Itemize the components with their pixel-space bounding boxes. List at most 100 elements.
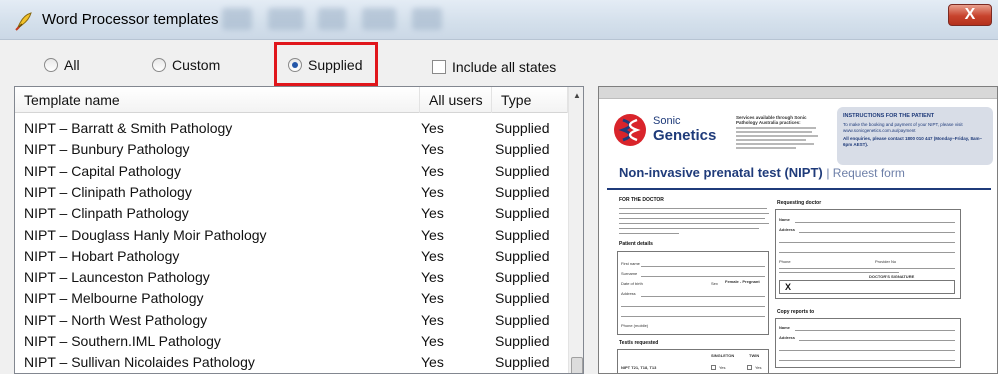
field-line: [779, 350, 955, 351]
type-cell: Supplied: [495, 141, 550, 158]
tests-requested-heading: Test/s requested: [619, 340, 659, 346]
template-preview: Sonic Genetics Services available throug…: [598, 86, 998, 374]
template-name-cell: NIPT – Barratt & Smith Pathology: [24, 120, 233, 136]
copy-address-label: Address: [779, 335, 796, 340]
table-row[interactable]: NIPT – Launceston Pathology Yes Supplied: [15, 267, 568, 288]
text-line: [619, 208, 767, 209]
instructions-heading: INSTRUCTIONS FOR THE PATIENT: [843, 113, 935, 119]
patient-instructions-box: INSTRUCTIONS FOR THE PATIENT To make the…: [837, 107, 993, 165]
radio-all[interactable]: All: [44, 55, 80, 75]
template-name-cell: NIPT – Melbourne Pathology: [24, 290, 204, 307]
doctor-name-label: Name: [779, 217, 790, 222]
table-row[interactable]: NIPT – Southern.IML Pathology Yes Supplied: [15, 331, 568, 352]
singleton-checkbox: [711, 365, 716, 370]
table-row[interactable]: NIPT – Clinipath Pathology Yes Supplied: [15, 182, 568, 203]
vertical-scrollbar[interactable]: ▲: [568, 87, 583, 373]
title-rule: [607, 188, 991, 190]
all-users-cell: Yes: [421, 141, 444, 158]
services-line: [736, 147, 796, 149]
template-name-cell: NIPT – Clinipath Pathology: [24, 183, 192, 200]
template-name-cell: NIPT – Capital Pathology: [24, 162, 181, 179]
brand-line1: Sonic: [653, 115, 681, 127]
field-line: [799, 340, 955, 341]
enquiries-text: All enquiries, please contact 1800 010 4…: [843, 136, 982, 147]
type-cell: Supplied: [495, 162, 550, 179]
close-button[interactable]: X: [948, 4, 992, 26]
sonic-genetics-logo-icon: [614, 114, 646, 146]
radio-all-circle[interactable]: [44, 58, 58, 72]
table-row[interactable]: NIPT – Capital Pathology Yes Supplied: [15, 161, 568, 182]
type-cell: Supplied: [495, 247, 550, 264]
services-heading: Services available through Sonic Patholo…: [736, 115, 807, 125]
type-cell: Supplied: [495, 311, 550, 328]
doctor-address-label: Address: [779, 227, 796, 232]
title-bar: Word Processor templates X: [0, 0, 998, 40]
template-name-cell: NIPT – Douglass Hanly Moir Pathology: [24, 226, 267, 243]
all-users-cell: Yes: [421, 226, 444, 243]
radio-custom-label: Custom: [172, 57, 221, 73]
radio-custom[interactable]: Custom: [152, 55, 220, 75]
radio-all-label: All: [64, 57, 80, 73]
template-name-cell: NIPT – Sullivan Nicolaides Pathology: [24, 354, 255, 371]
radio-custom-circle[interactable]: [152, 58, 166, 72]
word-processor-templates-window: Word Processor templates X All Custom Su…: [0, 0, 998, 374]
doc-title-main: Non-invasive prenatal test (NIPT): [619, 165, 823, 180]
include-all-states-box[interactable]: [432, 60, 446, 74]
scroll-thumb[interactable]: [571, 357, 583, 373]
services-line: [736, 135, 818, 137]
first-name-label: First name: [621, 261, 640, 266]
type-cell: Supplied: [495, 226, 550, 243]
phone-mobile-label: Phone (mobile): [621, 323, 649, 328]
text-line: [779, 272, 899, 273]
copy-reports-heading: Copy reports to: [777, 309, 815, 315]
preview-top-bar: [599, 87, 997, 99]
services-block: Services available through Sonic Patholo…: [736, 115, 824, 151]
table-row[interactable]: NIPT – North West Pathology Yes Supplied: [15, 310, 568, 331]
requesting-doctor-heading: Requesting doctor: [777, 200, 822, 206]
table-row[interactable]: NIPT – Bunbury Pathology Yes Supplied: [15, 139, 568, 160]
all-users-cell: Yes: [421, 311, 444, 328]
column-header-type[interactable]: Type: [492, 87, 568, 113]
twin-yes: Yes: [755, 365, 762, 370]
text-line: [619, 223, 769, 224]
scroll-up-arrow-icon[interactable]: ▲: [569, 87, 583, 104]
list-header: Template name All users Type: [15, 87, 568, 113]
all-users-cell: Yes: [421, 162, 444, 179]
type-cell: Supplied: [495, 333, 550, 349]
table-row[interactable]: NIPT – Clinpath Pathology Yes Supplied: [15, 203, 568, 224]
table-row[interactable]: NIPT – Hobart Pathology Yes Supplied: [15, 246, 568, 267]
for-doctor-heading: FOR THE DOCTOR: [619, 197, 664, 203]
doctor-phone-label: Phone: [779, 259, 791, 264]
table-row[interactable]: NIPT – Douglass Hanly Moir Pathology Yes S…: [15, 225, 568, 246]
services-line: [736, 127, 816, 129]
templates-list: Template name All users Type NIPT – Barr…: [14, 86, 584, 374]
all-users-cell: Yes: [421, 183, 444, 200]
sex-label: Sex: [711, 281, 718, 286]
brand-line2: Genetics: [653, 127, 717, 144]
all-users-cell: Yes: [421, 354, 444, 371]
table-row[interactable]: NIPT – Melbourne Pathology Yes Supplied: [15, 288, 568, 309]
text-line: [779, 268, 955, 269]
column-header-all-users[interactable]: All users: [420, 87, 492, 113]
field-line: [621, 316, 765, 317]
template-name-cell: NIPT – Hobart Pathology: [24, 247, 180, 264]
all-users-cell: Yes: [421, 247, 444, 264]
window-title: Word Processor templates: [42, 11, 219, 28]
services-line: [736, 131, 812, 133]
text-line: [619, 218, 765, 219]
field-line: [621, 306, 765, 307]
column-header-template-name[interactable]: Template name: [15, 87, 420, 113]
singleton-yes: Yes: [719, 365, 726, 370]
field-line: [641, 266, 765, 267]
singleton-label: SINGLETON: [711, 353, 735, 358]
include-all-states-checkbox[interactable]: Include all states: [432, 59, 556, 75]
field-line: [779, 242, 955, 243]
template-name-cell: NIPT – Southern.IML Pathology: [24, 333, 221, 349]
all-users-cell: Yes: [421, 290, 444, 307]
text-line: [619, 233, 679, 234]
all-users-cell: Yes: [421, 269, 444, 286]
table-row[interactable]: NIPT – Barratt & Smith Pathology Yes Suppl…: [15, 118, 568, 139]
table-row[interactable]: NIPT – Sullivan Nicolaides Pathology Yes S…: [15, 352, 568, 373]
type-cell: Supplied: [495, 183, 550, 200]
blurred-toolbar-icon: [318, 8, 346, 30]
